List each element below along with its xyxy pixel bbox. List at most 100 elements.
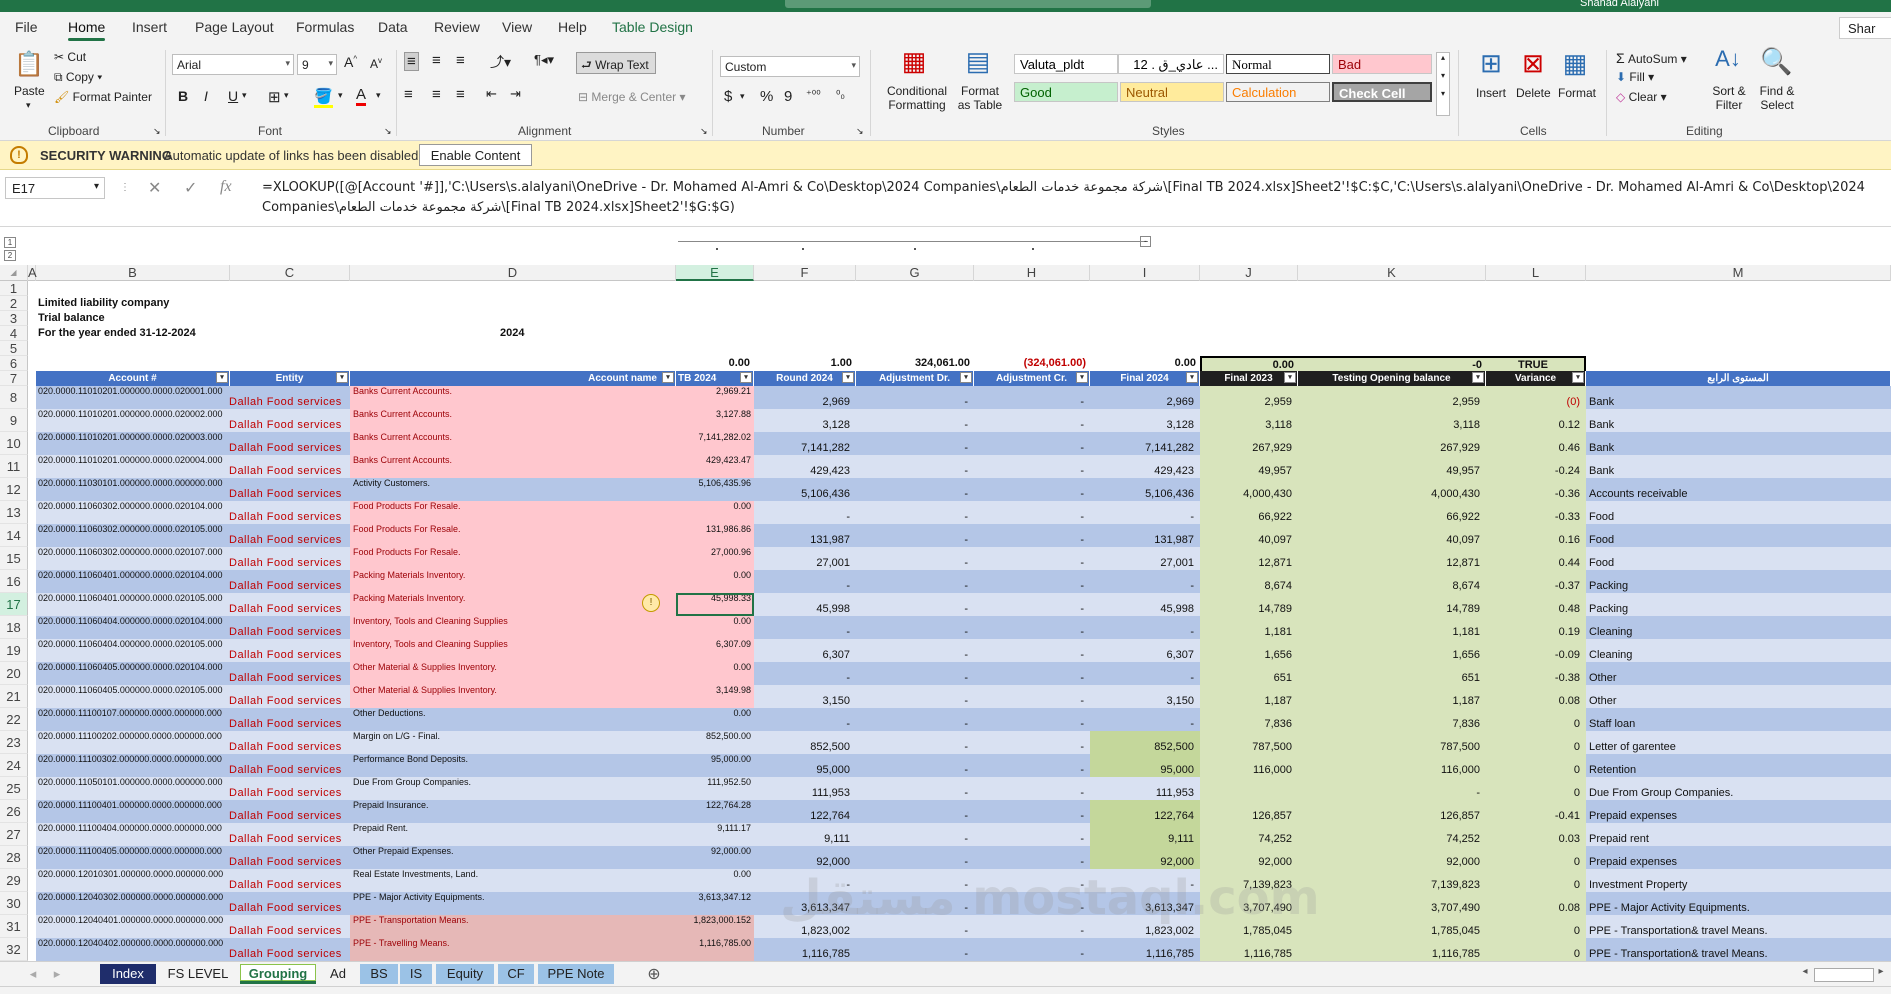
account-number[interactable]: 020.0000.11050101.000000.0000.000000.000 [36,777,230,800]
account-name[interactable]: Performance Bond Deposits. [350,754,676,777]
row-header[interactable]: 13 [0,501,28,524]
final-2023[interactable]: 92,000 [1200,846,1298,869]
row-header[interactable]: 30 [0,892,28,915]
tb-2024[interactable]: 0.00 [676,501,754,524]
row-header[interactable]: 29 [0,869,28,892]
entity[interactable]: Dallah Food services [227,409,350,432]
account-name[interactable]: Banks Current Accounts. [350,432,676,455]
row-header[interactable]: 21 [0,685,28,708]
italic-button[interactable]: I [204,88,208,104]
account-name[interactable]: Food Products For Resale. [350,547,676,570]
total-j[interactable]: 0.00 [1200,356,1298,371]
account-name[interactable]: Prepaid Rent. [350,823,676,846]
variance[interactable]: 0.46 [1486,432,1586,455]
round-2024[interactable]: 45,998 [754,593,856,616]
final-2023[interactable]: 1,656 [1200,639,1298,662]
testing-opening-balance[interactable]: 787,500 [1298,731,1486,754]
variance[interactable]: 0.08 [1486,892,1586,915]
level-4-category[interactable]: Bank [1586,409,1891,432]
account-name[interactable]: Inventory, Tools and Cleaning Supplies [350,616,676,639]
share-button[interactable]: Shar [1839,17,1891,39]
entity[interactable]: Dallah Food services [227,639,350,662]
row-header[interactable]: 14 [0,524,28,547]
round-2024[interactable]: 92,000 [754,846,856,869]
enter-icon[interactable]: ✓ [184,178,197,198]
variance[interactable]: 0 [1486,731,1586,754]
account-name[interactable]: Activity Customers. [350,478,676,501]
entity[interactable]: Dallah Food services [227,478,350,501]
column-header-e[interactable]: E [676,265,754,281]
adjustment-cr[interactable]: - [974,478,1090,501]
adjustment-cr[interactable]: - [974,662,1090,685]
filter-dropdown-icon[interactable]: ▾ [216,372,228,383]
adjustment-dr[interactable]: - [856,777,974,800]
comma-button[interactable]: 9 [784,88,792,105]
adjustment-cr[interactable]: - [974,524,1090,547]
final-2024[interactable]: 45,998 [1090,593,1200,616]
final-2024[interactable]: 27,001 [1090,547,1200,570]
entity[interactable]: Dallah Food services [227,386,350,409]
adjustment-dr[interactable]: - [856,570,974,593]
style-normal[interactable]: Normal [1226,54,1330,74]
row-header[interactable]: 20 [0,662,28,685]
column-header-m[interactable]: M [1586,265,1891,281]
column-header-g[interactable]: G [856,265,974,281]
font-name-select[interactable]: Arial [172,54,294,75]
adjustment-cr[interactable]: - [974,501,1090,524]
adjustment-cr[interactable]: - [974,846,1090,869]
level-4-category[interactable]: Packing [1586,570,1891,593]
menu-formulas[interactable]: Formulas [296,19,354,35]
fill-color-icon[interactable]: 🪣 [314,87,333,108]
round-2024[interactable]: 1,116,785 [754,938,856,961]
entity[interactable]: Dallah Food services [227,731,350,754]
final-2023[interactable]: 3,118 [1200,409,1298,432]
row-header[interactable]: 11 [0,455,28,478]
clipboard-launcher-icon[interactable]: ↘ [153,126,161,137]
round-2024[interactable]: 95,000 [754,754,856,777]
account-number[interactable]: 020.0000.11100107.000000.0000.000000.000 [36,708,230,731]
orientation-icon[interactable]: ⤴▾ [490,52,511,72]
tb-2024[interactable]: 95,000.00 [676,754,754,777]
bold-button[interactable]: B [178,88,188,104]
final-2024[interactable]: 95,000 [1090,754,1200,777]
row-header[interactable]: 28 [0,846,28,869]
account-name[interactable]: Banks Current Accounts. [350,455,676,478]
column-header-b[interactable]: B [36,265,230,281]
entity[interactable]: Dallah Food services [227,800,350,823]
currency-dropdown-icon[interactable]: ▾ [740,91,745,102]
account-number[interactable]: 020.0000.12040302.000000.0000.000000.000 [36,892,230,915]
find-select-icon[interactable]: 🔍 [1760,46,1792,77]
filter-dropdown-icon[interactable]: ▾ [1284,372,1296,383]
account-name[interactable]: Inventory, Tools and Cleaning Supplies [350,639,676,662]
row-header[interactable]: 15 [0,547,28,570]
adjustment-dr[interactable]: - [856,800,974,823]
select-all-corner[interactable]: ◢ [0,265,28,281]
variance[interactable]: -0.09 [1486,639,1586,662]
total-e[interactable]: 0.00 [676,356,754,371]
menu-insert[interactable]: Insert [132,19,167,35]
error-warning-icon[interactable]: ! [642,594,660,612]
account-number[interactable]: 020.0000.11060401.000000.0000.020105.000 [36,593,230,616]
final-2024[interactable]: - [1090,708,1200,731]
final-2024[interactable]: 111,953 [1090,777,1200,800]
testing-opening-balance[interactable]: 74,252 [1298,823,1486,846]
testing-opening-balance[interactable]: 40,097 [1298,524,1486,547]
sheet-tab-ppe-note[interactable]: PPE Note [538,964,614,984]
formula-input[interactable]: =XLOOKUP([@[Account '#]],'C:\Users\s.ala… [262,178,1882,218]
menu-data[interactable]: Data [378,19,408,35]
level-4-category[interactable]: Investment Property [1586,869,1891,892]
next-sheet-icon[interactable]: ▸ [50,964,64,984]
menu-page-layout[interactable]: Page Layout [195,19,274,35]
entity[interactable]: Dallah Food services [227,846,350,869]
alignment-launcher-icon[interactable]: ↘ [700,126,708,137]
tb-2024[interactable]: 0.00 [676,616,754,639]
level-4-category[interactable]: Food [1586,501,1891,524]
testing-opening-balance[interactable]: 8,674 [1298,570,1486,593]
menu-table-design[interactable]: Table Design [612,19,693,35]
level-4-category[interactable]: Bank [1586,432,1891,455]
level-4-category[interactable]: Food [1586,547,1891,570]
final-2023[interactable]: 12,871 [1200,547,1298,570]
account-number[interactable]: 020.0000.12010301.000000.0000.000000.000 [36,869,230,892]
format-as-table-button[interactable]: Format as Table [954,84,1006,112]
tb-2024[interactable]: 131,986.86 [676,524,754,547]
